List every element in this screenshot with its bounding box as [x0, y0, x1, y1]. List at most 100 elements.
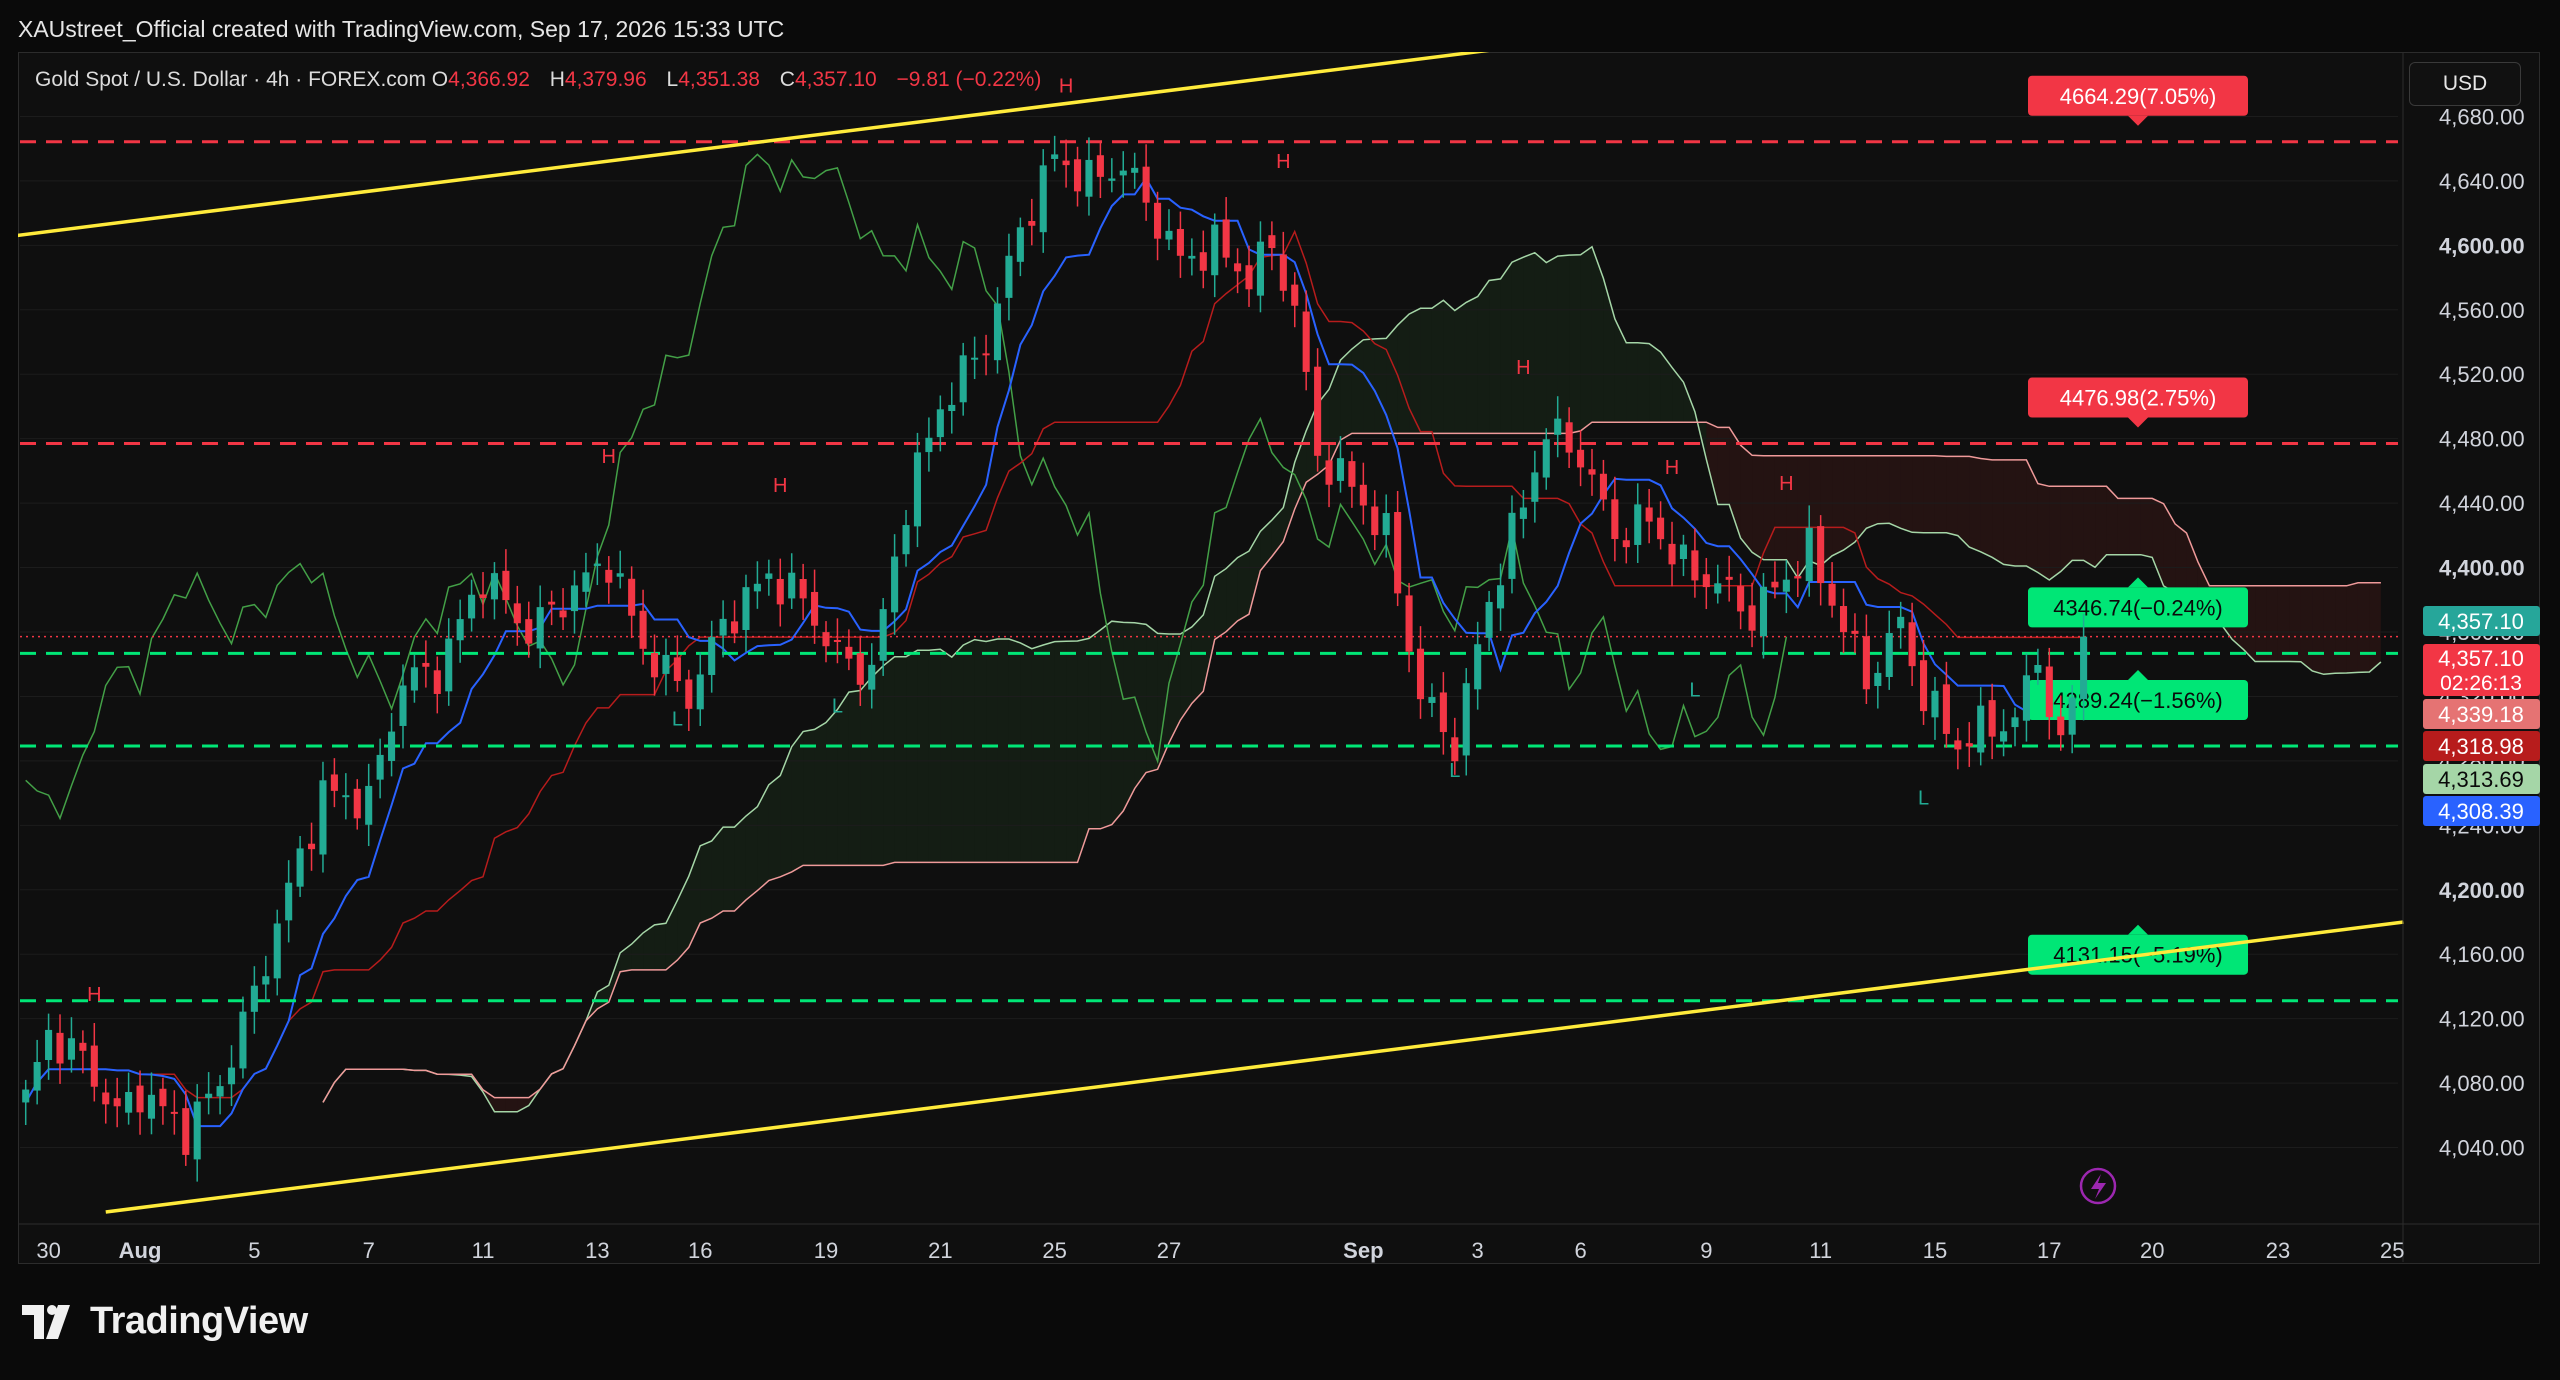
cloud-segment [1614, 319, 1627, 423]
cloud-segment [780, 746, 792, 877]
candle-body [1394, 512, 1402, 594]
candle-body [559, 610, 567, 618]
cloud-segment [2323, 585, 2336, 675]
time-tick-label: 23 [2266, 1238, 2290, 1263]
resistance-level-label: 4664.29(7.05%) [2060, 84, 2217, 109]
open-value: 4,366.92 [448, 68, 530, 91]
cloud-segment [494, 1097, 506, 1112]
cloud-segment [1008, 638, 1021, 863]
candle-body [2045, 666, 2053, 718]
candle-body [399, 685, 407, 726]
cloud-segment [1466, 296, 1478, 434]
candle-body [513, 603, 521, 624]
candle-body [376, 754, 384, 780]
candle-body [1725, 576, 1733, 580]
candle-body [593, 563, 601, 566]
cloud-segment [1740, 445, 1753, 553]
candle-body [433, 670, 441, 694]
candle-body [1954, 740, 1962, 750]
cloud-segment [2060, 486, 2073, 572]
cloud-segment [757, 784, 769, 891]
lightning-icon-bolt [2091, 1174, 2106, 1199]
candle-body [182, 1108, 190, 1155]
cloud-segment [1557, 255, 1570, 434]
candle-body [993, 303, 1002, 361]
candle-body [1645, 507, 1653, 522]
open-label: O [431, 68, 449, 91]
pivot-label-high: H [1779, 473, 1793, 495]
candle-body [1679, 544, 1688, 560]
candle-body [1336, 458, 1345, 481]
lower-channel-trendline [105, 920, 2404, 1214]
price-tick-label: 4,600.00 [2439, 233, 2525, 258]
cloud-segment [894, 656, 907, 863]
cloud-segment [1854, 455, 1867, 543]
cloud-segment [1900, 455, 1913, 533]
cloud-segment [1043, 641, 1055, 863]
candle-body [1691, 550, 1699, 581]
cloud-segment [826, 709, 838, 866]
candle-body [1096, 155, 1104, 177]
cloud-segment [928, 649, 941, 863]
candle-body [456, 619, 464, 641]
cloud-segment [1774, 455, 1787, 560]
price-tick-label: 4,440.00 [2439, 491, 2525, 516]
pivot-label-high: H [87, 984, 101, 1006]
candle-body [1565, 422, 1573, 453]
cloud-segment [1500, 262, 1512, 434]
pivot-label-low: L [1918, 787, 1929, 809]
time-tick-label: 3 [1472, 1238, 1484, 1263]
level-badge-pointer [2128, 417, 2148, 428]
candle-body [1977, 705, 1985, 753]
cloud-segment [1214, 568, 1227, 640]
candle-body [227, 1067, 236, 1085]
cloud-segment [1077, 638, 1089, 863]
cloud-segment [1020, 642, 1032, 863]
current-price-text: 4,357.10 [2438, 646, 2524, 671]
currency-selector[interactable]: USD [2409, 62, 2521, 106]
candle-body [639, 610, 647, 649]
time-tick-label: 30 [36, 1238, 60, 1263]
candle-body [307, 843, 316, 850]
price-tag-text: 4,339.18 [2438, 702, 2524, 727]
candle-body [1176, 228, 1184, 256]
time-tick-label: 16 [688, 1238, 712, 1263]
candle-body [1714, 583, 1722, 594]
candle-body [1416, 648, 1425, 700]
candle-body [879, 609, 887, 661]
cloud-segment [2072, 486, 2084, 561]
candle-body [479, 594, 487, 599]
candle-body [1782, 579, 1790, 592]
candle-body [730, 621, 739, 634]
cloud-segment [1031, 644, 1044, 863]
cloud-segment [505, 1097, 518, 1112]
candle-body [1897, 616, 1905, 629]
candle-body [1817, 526, 1825, 584]
pivot-label-low: L [1689, 679, 1700, 701]
candle-body [1531, 472, 1539, 502]
cloud-segment [871, 665, 884, 866]
candle-body [650, 653, 659, 678]
cloud-segment [1660, 351, 1673, 423]
candle-body [1428, 697, 1436, 703]
candle-body [845, 646, 853, 659]
cloud-segment [1534, 252, 1547, 434]
cloud-segment [700, 840, 712, 924]
lightning-icon[interactable] [2079, 1167, 2117, 1205]
cloud-segment [1637, 342, 1650, 423]
candle-body [502, 570, 510, 601]
time-tick-label: 9 [1700, 1238, 1712, 1263]
cloud-segment [2015, 459, 2027, 567]
time-tick-label: 25 [2380, 1238, 2404, 1263]
candle-body [1462, 683, 1470, 756]
candle-body [1485, 601, 1493, 638]
cloud-segment [2300, 585, 2313, 671]
cloud-segment [1752, 455, 1764, 560]
candle-body [1165, 230, 1173, 240]
pivot-label-low: L [672, 708, 683, 730]
candle-body [913, 452, 922, 527]
candle-body [1245, 265, 1253, 290]
candle-body [1508, 512, 1516, 579]
cloud-segment [654, 923, 666, 970]
price-chart[interactable]: 4664.29(7.05%) 4476.98(2.75%) 4346.74(−0.2… [18, 52, 2540, 1264]
